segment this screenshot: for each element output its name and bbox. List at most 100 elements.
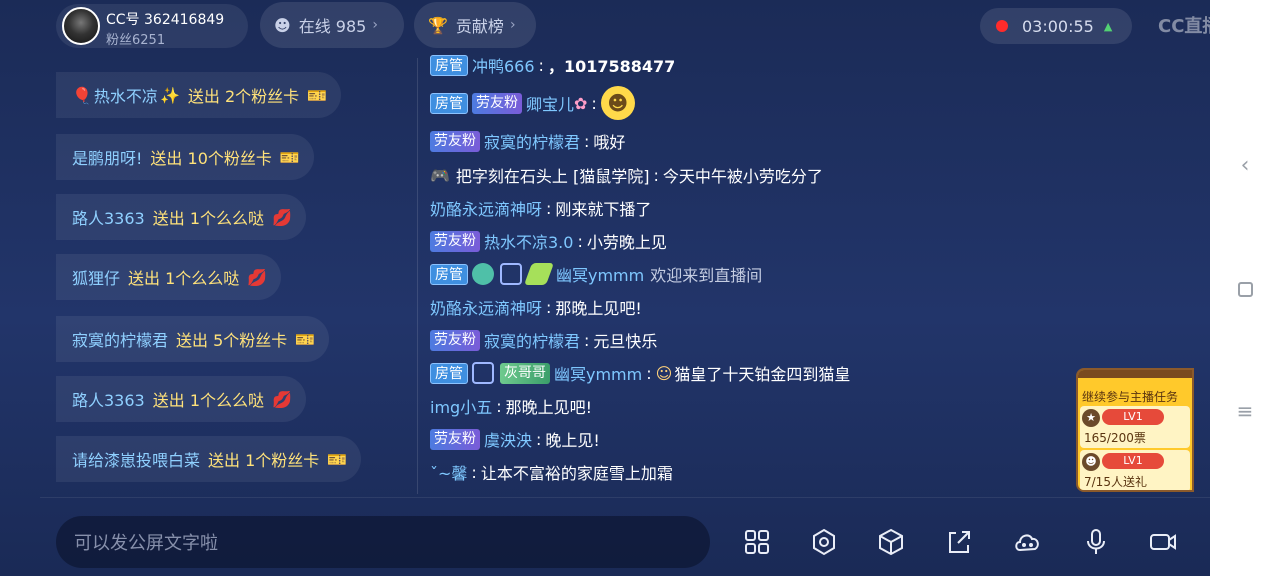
gift-user[interactable]: 寂寞的柠檬君 (72, 327, 168, 351)
menu-icon[interactable]: ≡ (1232, 398, 1258, 424)
chat-text: 那晚上见吧! (505, 398, 593, 417)
fan-card-icon: 🎫 (295, 329, 316, 349)
kiss-gift-icon: 💋 (247, 267, 268, 287)
gift-user[interactable]: 路人3363 (72, 205, 145, 229)
colon: : (471, 462, 477, 482)
cloud-face-icon[interactable] (1009, 524, 1045, 560)
gift-item: 路人3363 送出 1个么么哒 💋 (56, 194, 306, 240)
anchor-info[interactable]: CC号 362416849 粉丝6251 (56, 4, 248, 48)
emoji-icon: ☻ (600, 86, 635, 120)
gift-item: 寂寞的柠檬君 送出 5个粉丝卡 🎫 (56, 316, 330, 362)
chat-user[interactable]: 冲鸭666 (472, 53, 535, 77)
colon: : (546, 198, 552, 218)
gift-action: 送出 1个么么哒 (152, 391, 265, 410)
chat-message: 房管 冲鸭666 : ，1017588477 (430, 50, 675, 80)
flower-icon: ✿ (574, 93, 588, 113)
colon: : (646, 363, 652, 383)
chat-text: 刚来就下播了 (555, 200, 652, 219)
colon: : (584, 330, 590, 350)
chat-user[interactable]: img小五 (430, 394, 492, 418)
gift-item: 狐狸仔 送出 1个么么哒 💋 (56, 254, 282, 300)
chat-user[interactable]: 奶酪永远滴神呀 (430, 295, 542, 319)
person-icon: ☻ (1082, 453, 1100, 471)
colon: : (496, 396, 502, 416)
cc-logo: CC直播 (1158, 16, 1210, 37)
chat-user[interactable]: 虞泱泱 (484, 427, 532, 451)
chat-message: 劳友粉 虞泱泱 : 晚上见! (430, 424, 600, 454)
fan-card-icon: 🎫 (307, 85, 328, 105)
home-icon[interactable] (1232, 276, 1258, 302)
gift-item: 请给漆崽投喂白菜 送出 1个粉丝卡 🎫 (56, 436, 362, 482)
chat-text: 那晚上见吧! (555, 299, 642, 318)
sparkle-icon: ✨ (159, 85, 180, 105)
fan-badge: 劳友粉 (430, 130, 480, 152)
system-navigation-bar: ‹ ≡ (1210, 0, 1280, 576)
cube-icon[interactable] (873, 524, 909, 560)
gift-action: 送出 2个粉丝卡 (187, 87, 300, 106)
kiss-gift-icon: 💋 (272, 207, 292, 227)
gift-user[interactable]: 路人3363 (72, 387, 145, 411)
chat-user[interactable]: 幽冥ymmm (554, 361, 642, 385)
fan-badge: 劳友粉 (430, 428, 480, 450)
gift-user[interactable]: 狐狸仔 (72, 265, 120, 289)
chat-message: 🎮 把字刻在石头上 [猫鼠学院] : 今天中午被小劳吃分了 (430, 160, 823, 190)
anchor-task-card[interactable]: 继续参与主播任务 ★ LV1 165/200票 ☻ LV1 7/15人送礼 (1076, 368, 1194, 492)
chat-text: 小劳晚上见 (586, 233, 667, 252)
back-icon[interactable]: ‹ (1232, 152, 1258, 178)
gift-item: 路人3363 送出 1个么么哒 💋 (56, 376, 306, 422)
fan-card-icon: 🎫 (279, 147, 300, 167)
house-icon (472, 263, 494, 285)
live-room-stage: CC号 362416849 粉丝6251 ☻ 在线 985 › 🏆 贡献榜 › … (0, 0, 1210, 576)
task-title: 继续参与主播任务 (1082, 390, 1179, 404)
panel-divider (417, 58, 418, 494)
pen-icon (523, 263, 555, 285)
trophy-icon: 🏆 (428, 15, 448, 35)
balloon-icon: 🎈 (72, 85, 92, 105)
live-timer: 03:00:55 ▲ (980, 8, 1132, 44)
shield-icon (500, 263, 522, 285)
colon: : (584, 131, 590, 151)
gift-action: 送出 1个么么哒 (128, 269, 240, 288)
face-icon: ☺ (655, 363, 673, 383)
chat-message: 劳友粉 寂寞的柠檬君 : 哦好 (430, 126, 625, 156)
chat-user[interactable]: 寂寞的柠檬君 (484, 328, 580, 352)
gift-user[interactable]: 热水不凉 (94, 83, 158, 107)
chat-user[interactable]: ˇ~馨 (430, 460, 467, 484)
share-icon[interactable] (941, 524, 977, 560)
gift-action: 送出 1个粉丝卡 (208, 451, 320, 470)
chat-input[interactable]: 可以发公屏文字啦 (56, 516, 710, 568)
fan-card-icon: 🎫 (327, 449, 348, 469)
chat-user[interactable]: 幽冥ymmm (556, 262, 644, 286)
chevron-right-icon: › (372, 17, 378, 33)
chat-text: ，1017588477 (547, 57, 676, 76)
settings-icon[interactable] (806, 524, 842, 560)
chat-user[interactable]: 奶酪永远滴神呀 (430, 196, 542, 220)
chat-user[interactable]: 热水不凉3.0 (484, 229, 573, 253)
bottom-divider (40, 497, 1210, 498)
gamepad-icon: 🎮 (430, 165, 450, 185)
camera-icon[interactable] (1145, 524, 1181, 560)
gift-user[interactable]: 是鹏朋呀! (72, 145, 142, 169)
shield-icon (472, 362, 494, 384)
fan-badge: 劳友粉 (430, 230, 480, 252)
fan-badge: 劳友粉 (430, 329, 480, 351)
chat-user[interactable]: 卿宝儿 (526, 91, 574, 115)
avatar[interactable] (62, 7, 100, 45)
online-count-button[interactable]: ☻ 在线 985 › (260, 2, 404, 48)
colon: : (536, 429, 542, 449)
user-icon: ☻ (274, 15, 291, 35)
gift-action: 送出 5个粉丝卡 (176, 331, 288, 350)
contribution-rank-button[interactable]: 🏆 贡献榜 › (414, 2, 536, 48)
manager-badge: 房管 (430, 92, 468, 114)
chat-user[interactable]: 把字刻在石头上 [猫鼠学院] (456, 163, 650, 187)
chat-message: 房管 灰哥哥 幽冥ymmm : ☺ 猫皇了十天铂金四到猫皇 (430, 358, 850, 388)
ticket-icon: ★ (1082, 409, 1100, 427)
grey-brother-badge: 灰哥哥 (500, 362, 550, 384)
microphone-icon[interactable] (1078, 524, 1114, 560)
gift-user[interactable]: 请给漆崽投喂白菜 (72, 447, 200, 471)
apps-grid-icon[interactable] (739, 524, 775, 560)
chat-message: ˇ~馨 : 让本不富裕的家庭雪上加霜 (430, 457, 673, 487)
chat-user[interactable]: 寂寞的柠檬君 (484, 129, 580, 153)
chat-message: img小五 : 那晚上见吧! (430, 391, 592, 421)
task-card-header (1078, 370, 1192, 378)
